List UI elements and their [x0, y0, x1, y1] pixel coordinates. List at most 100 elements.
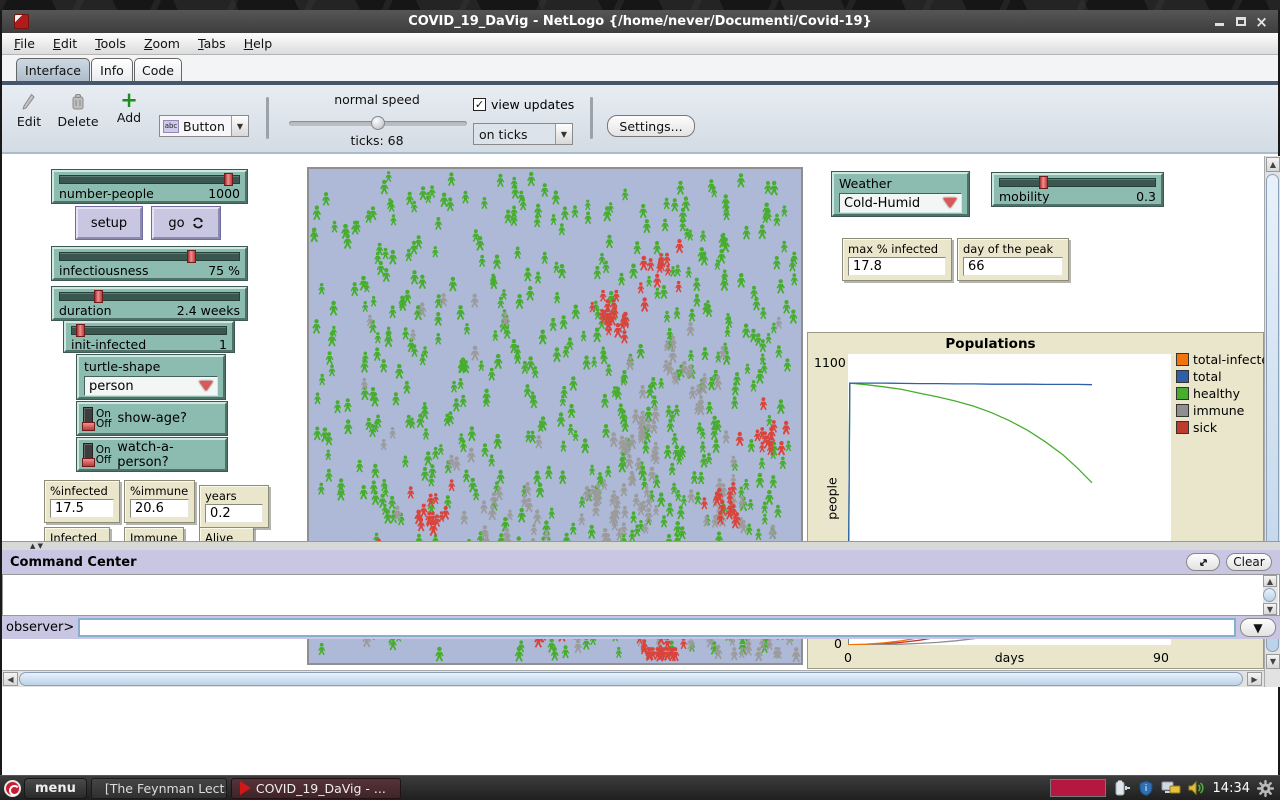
slider-mobility[interactable]: mobility0.3 [992, 173, 1163, 206]
edit-widget-button[interactable]: Edit [12, 93, 46, 129]
abc-icon: abc [163, 120, 179, 133]
dropdown-arrow-icon: ▼ [231, 116, 248, 136]
add-widget-button[interactable]: + Add [110, 91, 148, 125]
output-scroll-thumb[interactable] [1263, 588, 1276, 602]
switch-off-label: Off [96, 455, 112, 465]
volume-icon[interactable] [1188, 780, 1206, 796]
legend-item: healthy [1176, 385, 1268, 402]
slider-track[interactable] [59, 292, 240, 301]
slider-track[interactable] [59, 252, 240, 261]
widget-type-dropdown[interactable]: abc Button ▼ [159, 115, 249, 137]
close-button[interactable]: × [1253, 14, 1270, 29]
tab-interface[interactable]: Interface [16, 58, 90, 81]
scroll-left-arrow[interactable]: ◀ [3, 672, 18, 686]
slider-handle[interactable] [224, 173, 233, 186]
monitor-day-of-peak: day of the peak 66 [957, 238, 1069, 281]
switch-knob[interactable] [82, 422, 95, 431]
monitor-pct-infected: %infected 17.5 [44, 480, 120, 523]
delete-label: Delete [54, 114, 102, 129]
menu-help[interactable]: Help [244, 36, 273, 51]
switch-watch-a-person[interactable]: OnOff watch-a-person? [77, 438, 227, 471]
go-button[interactable]: go [152, 207, 220, 239]
command-center-splitter[interactable]: ▲ ▼ [2, 541, 1280, 550]
scroll-up-arrow[interactable]: ▲ [1263, 575, 1277, 587]
slider-init-infected[interactable]: init-infected1 [64, 321, 234, 352]
taskbar-menu-button[interactable]: menu [24, 778, 87, 799]
settings-gear-icon[interactable] [1257, 780, 1274, 797]
update-shield-icon[interactable]: i [1138, 780, 1154, 796]
horizontal-scrollbar[interactable]: ◀ ▶ [2, 670, 1264, 687]
slider-label: duration [59, 303, 112, 318]
menu-zoom[interactable]: Zoom [144, 36, 180, 51]
view-updates-label: view updates [491, 97, 574, 112]
slider-handle[interactable] [1039, 176, 1048, 189]
legend-label: immune [1193, 403, 1244, 418]
tab-info[interactable]: Info [91, 58, 133, 81]
menu-edit[interactable]: Edit [53, 36, 77, 51]
chooser-value-box[interactable]: Cold-Humid [839, 193, 962, 213]
slider-infectiousness[interactable]: infectiousness75 % [52, 247, 247, 280]
switch-track[interactable] [83, 443, 93, 467]
speed-slider-label: normal speed [302, 92, 452, 107]
slider-handle[interactable] [94, 290, 103, 303]
task-button-netlogo[interactable]: COVID_19_DaVig - ... [231, 778, 401, 799]
slider-number-people[interactable]: number-people1000 [52, 170, 247, 203]
command-center-output[interactable]: ▲ ▼ [2, 574, 1280, 616]
menu-tabs[interactable]: Tabs [198, 36, 226, 51]
switch-off-label: Off [96, 419, 112, 429]
monitor-pct-immune: %immune 20.6 [124, 480, 195, 523]
delete-widget-button[interactable]: Delete [54, 93, 102, 129]
toolbar-separator [266, 97, 269, 139]
keyboard-layout-indicator[interactable] [1050, 779, 1106, 797]
speed-slider[interactable] [289, 121, 467, 126]
legend-swatch [1176, 387, 1189, 400]
command-history-dropdown[interactable]: ▼ [1240, 618, 1276, 637]
menu-tools[interactable]: Tools [95, 36, 126, 51]
network-icon[interactable] [1161, 780, 1181, 796]
slider-track[interactable] [71, 326, 227, 335]
chooser-arrow-icon [199, 381, 213, 391]
switch-on-label: On [96, 445, 112, 455]
edit-label: Edit [12, 114, 46, 129]
menu-file[interactable]: File [14, 36, 35, 51]
menu-bar: File Edit Tools Zoom Tabs Help [2, 33, 1278, 55]
slider-track[interactable] [999, 178, 1156, 187]
output-scrollbar[interactable]: ▲ ▼ [1263, 575, 1278, 615]
clear-button[interactable]: Clear [1226, 553, 1272, 571]
taskbar-clock[interactable]: 14:34 [1213, 781, 1250, 796]
switch-track[interactable] [83, 407, 93, 431]
speed-slider-thumb[interactable] [371, 116, 385, 130]
chooser-value-box[interactable]: person [84, 376, 218, 396]
update-mode-dropdown[interactable]: on ticks ▼ [473, 123, 573, 145]
setup-button[interactable]: setup [76, 207, 142, 239]
battery-icon[interactable] [1113, 780, 1131, 796]
switch-knob[interactable] [82, 458, 95, 467]
tab-code[interactable]: Code [134, 58, 182, 81]
slider-handle[interactable] [76, 324, 85, 337]
y-max-label: 1100 [814, 355, 846, 370]
chooser-value: person [89, 379, 134, 394]
chooser-turtle-shape[interactable]: turtle-shape person [77, 355, 225, 399]
splitter-arrows-icon[interactable]: ▲ ▼ [30, 542, 43, 550]
view-updates-checkbox[interactable]: ✓ [473, 98, 486, 111]
scroll-down-arrow[interactable]: ▼ [1266, 654, 1280, 669]
slider-value: 1000 [208, 186, 240, 201]
minimize-button[interactable] [1211, 14, 1228, 29]
horizontal-scroll-thumb[interactable] [19, 672, 1243, 686]
slider-duration[interactable]: duration2.4 weeks [52, 287, 247, 320]
command-input[interactable] [78, 618, 1236, 637]
switch-show-age[interactable]: OnOff show-age? [77, 402, 227, 435]
scroll-up-arrow[interactable]: ▲ [1266, 157, 1280, 172]
scroll-down-arrow[interactable]: ▼ [1263, 603, 1277, 615]
maximize-button[interactable] [1232, 14, 1249, 29]
slider-track[interactable] [59, 175, 240, 184]
task-button-browser[interactable]: [The Feynman Lect... [91, 778, 227, 799]
command-center-expand-button[interactable] [1186, 553, 1220, 571]
chooser-weather[interactable]: Weather Cold-Humid [832, 172, 969, 216]
slider-value: 1 [219, 337, 227, 352]
scroll-right-arrow[interactable]: ▶ [1247, 672, 1262, 686]
x-axis-label: days [848, 650, 1171, 665]
settings-button[interactable]: Settings... [607, 115, 695, 137]
slider-handle[interactable] [187, 250, 196, 263]
monitor-label: years [205, 489, 263, 503]
